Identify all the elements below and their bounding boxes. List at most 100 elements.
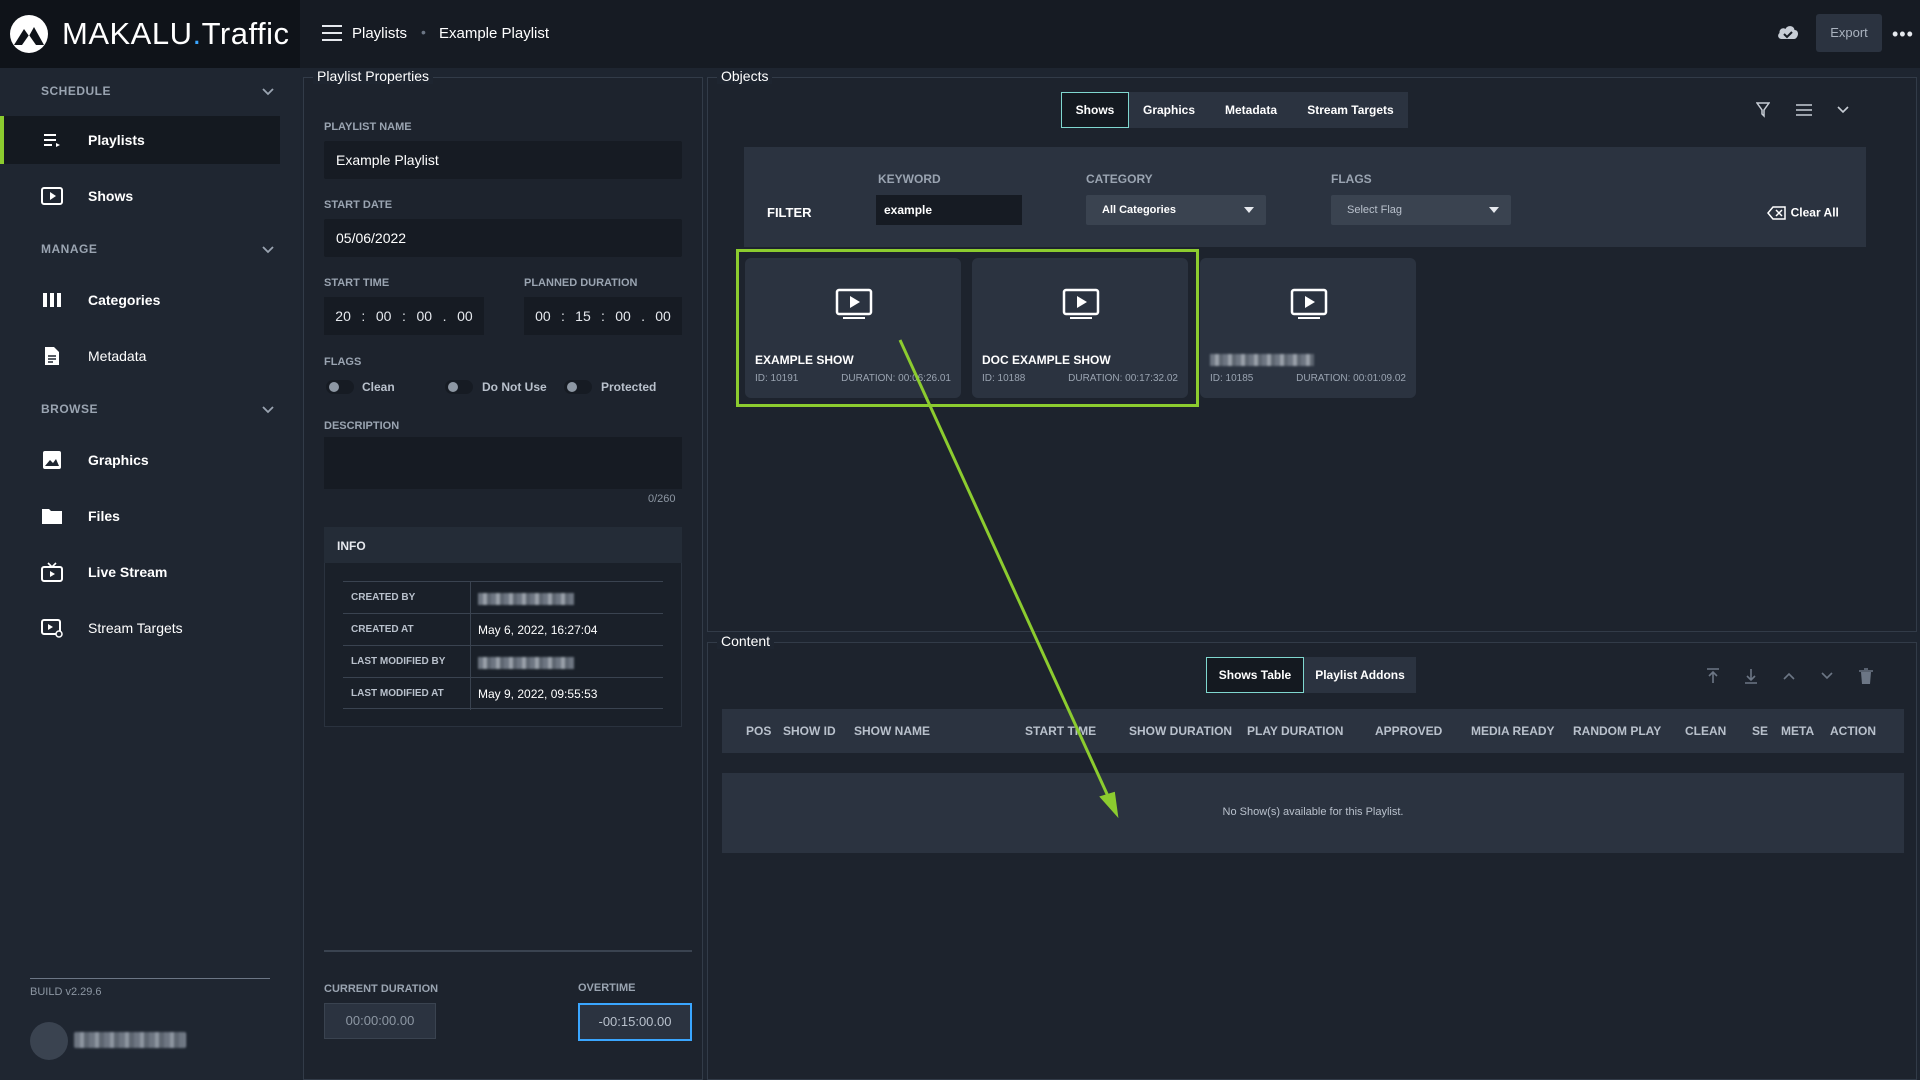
- tab-playlist-addons[interactable]: Playlist Addons: [1304, 657, 1416, 693]
- info-row: LAST MODIFIED BY: [343, 645, 663, 678]
- move-to-top-icon[interactable]: [1705, 667, 1721, 685]
- column-header[interactable]: RANDOM PLAY: [1573, 724, 1661, 738]
- toggle-label: Clean: [362, 380, 395, 394]
- list-view-icon[interactable]: [1795, 103, 1813, 117]
- do-not-use-toggle[interactable]: [445, 380, 473, 394]
- start-time-input[interactable]: 20: 00: 00. 00: [324, 297, 484, 335]
- column-header[interactable]: POS: [746, 724, 771, 738]
- move-to-bottom-icon[interactable]: [1743, 667, 1759, 685]
- export-button[interactable]: Export: [1816, 14, 1882, 52]
- sidebar-item-categories[interactable]: Categories: [0, 276, 280, 324]
- timecode-minutes[interactable]: 15: [575, 308, 591, 324]
- sidebar-item-graphics[interactable]: Graphics: [0, 436, 280, 484]
- flags-filter-label: FLAGS: [1331, 172, 1372, 186]
- breadcrumb-separator: •: [421, 24, 426, 40]
- tab-metadata[interactable]: Metadata: [1209, 92, 1293, 128]
- column-header[interactable]: MEDIA READY: [1471, 724, 1555, 738]
- clear-all-button[interactable]: Clear All: [1767, 204, 1839, 221]
- show-card[interactable]: ID: 10185 DURATION: 00:01:09.02: [1200, 258, 1416, 398]
- caret-down-icon: [1489, 207, 1499, 213]
- divider: [470, 678, 471, 710]
- live-tv-icon: [41, 562, 63, 582]
- column-header[interactable]: CLEAN: [1685, 724, 1726, 738]
- timecode-frames[interactable]: 00: [457, 308, 473, 324]
- filter-label: FILTER: [767, 205, 812, 220]
- sidebar-item-stream-targets[interactable]: Stream Targets: [0, 604, 280, 652]
- playlist-name-input[interactable]: Example Playlist: [324, 141, 682, 179]
- sidebar-item-files[interactable]: Files: [0, 492, 280, 540]
- keyword-input[interactable]: example: [876, 195, 1022, 225]
- timecode-minutes[interactable]: 00: [376, 308, 392, 324]
- playlist-icon: [44, 134, 60, 147]
- sidebar-section-manage[interactable]: MANAGE: [41, 242, 97, 256]
- timecode-seconds[interactable]: 00: [615, 308, 631, 324]
- document-icon: [45, 347, 59, 365]
- created-by-redacted: [478, 593, 574, 605]
- field-label: OVERTIME: [578, 982, 636, 994]
- chevron-down-icon[interactable]: [1820, 671, 1834, 681]
- overtime-field: -00:15:00.00: [578, 1003, 692, 1041]
- sidebar-section-browse[interactable]: BROWSE: [41, 402, 98, 416]
- user-name-redacted[interactable]: [74, 1032, 186, 1048]
- field-label: PLANNED DURATION: [524, 277, 638, 289]
- chevron-down-icon[interactable]: [1836, 105, 1850, 115]
- column-header[interactable]: ACTION: [1830, 724, 1876, 738]
- more-horizontal-icon[interactable]: •••: [1892, 24, 1914, 45]
- divider: [470, 614, 471, 646]
- chevron-down-icon[interactable]: [261, 85, 275, 99]
- info-value: May 6, 2022, 16:27:04: [478, 623, 598, 637]
- avatar[interactable]: [30, 1022, 68, 1060]
- brand-name: MAKALU.Traffic: [62, 16, 290, 51]
- field-label: START TIME: [324, 277, 390, 289]
- chevron-down-icon[interactable]: [261, 403, 275, 417]
- selection-highlight: [736, 249, 1199, 407]
- timecode-frames[interactable]: 00: [655, 308, 671, 324]
- sidebar-item-metadata[interactable]: Metadata: [0, 332, 280, 380]
- tab-stream-targets[interactable]: Stream Targets: [1293, 92, 1408, 128]
- mountain-logo-icon: [10, 15, 48, 53]
- column-header[interactable]: PLAY DURATION: [1247, 724, 1343, 738]
- tab-shows-table[interactable]: Shows Table: [1206, 657, 1304, 693]
- tab-shows[interactable]: Shows: [1061, 92, 1129, 128]
- column-header[interactable]: START TIME: [1025, 724, 1096, 738]
- column-header[interactable]: SHOW DURATION: [1129, 724, 1232, 738]
- current-duration-field: 00:00:00.00: [324, 1003, 436, 1039]
- description-textarea[interactable]: [324, 437, 682, 489]
- sidebar-section-schedule[interactable]: SCHEDULE: [41, 84, 111, 98]
- chevron-up-icon[interactable]: [1782, 671, 1796, 681]
- sidebar-item-shows[interactable]: Shows: [0, 172, 280, 220]
- content-panel: [707, 642, 1917, 1080]
- show-id: ID: 10185: [1210, 373, 1254, 384]
- play-icon: [1290, 288, 1328, 319]
- field-label: START DATE: [324, 199, 393, 211]
- cloud-icon[interactable]: [1776, 23, 1800, 44]
- column-header[interactable]: META: [1781, 724, 1814, 738]
- column-header[interactable]: APPROVED: [1375, 724, 1442, 738]
- clean-toggle[interactable]: [326, 380, 354, 394]
- filter-icon[interactable]: [1756, 102, 1770, 118]
- tab-graphics[interactable]: Graphics: [1129, 92, 1209, 128]
- category-select[interactable]: All Categories: [1086, 195, 1266, 225]
- timecode-seconds[interactable]: 00: [416, 308, 432, 324]
- hamburger-menu-icon[interactable]: [322, 25, 342, 41]
- sidebar-item-playlists[interactable]: Playlists: [0, 116, 280, 164]
- flags-select[interactable]: Select Flag: [1331, 195, 1511, 225]
- trash-icon[interactable]: [1858, 667, 1874, 685]
- divider: [470, 582, 471, 614]
- flags-placeholder: Select Flag: [1347, 204, 1403, 216]
- info-key: LAST MODIFIED AT: [351, 688, 444, 699]
- timecode-hours[interactable]: 00: [535, 308, 551, 324]
- column-header[interactable]: SE: [1752, 724, 1768, 738]
- sidebar: SCHEDULE Playlists Shows MANAGE Categori…: [0, 68, 300, 1080]
- sidebar-item-live-stream[interactable]: Live Stream: [0, 548, 280, 596]
- column-header[interactable]: SHOW ID: [783, 724, 836, 738]
- timecode-hours[interactable]: 20: [335, 308, 351, 324]
- chevron-down-icon[interactable]: [261, 243, 275, 257]
- category-label: CATEGORY: [1086, 172, 1153, 186]
- planned-duration-input[interactable]: 00: 15: 00. 00: [524, 297, 682, 335]
- breadcrumb-playlists[interactable]: Playlists: [352, 25, 407, 42]
- protected-toggle[interactable]: [564, 380, 592, 394]
- column-header[interactable]: SHOW NAME: [854, 724, 930, 738]
- brand-logo[interactable]: MAKALU.Traffic: [0, 0, 300, 68]
- start-date-input[interactable]: 05/06/2022: [324, 219, 682, 257]
